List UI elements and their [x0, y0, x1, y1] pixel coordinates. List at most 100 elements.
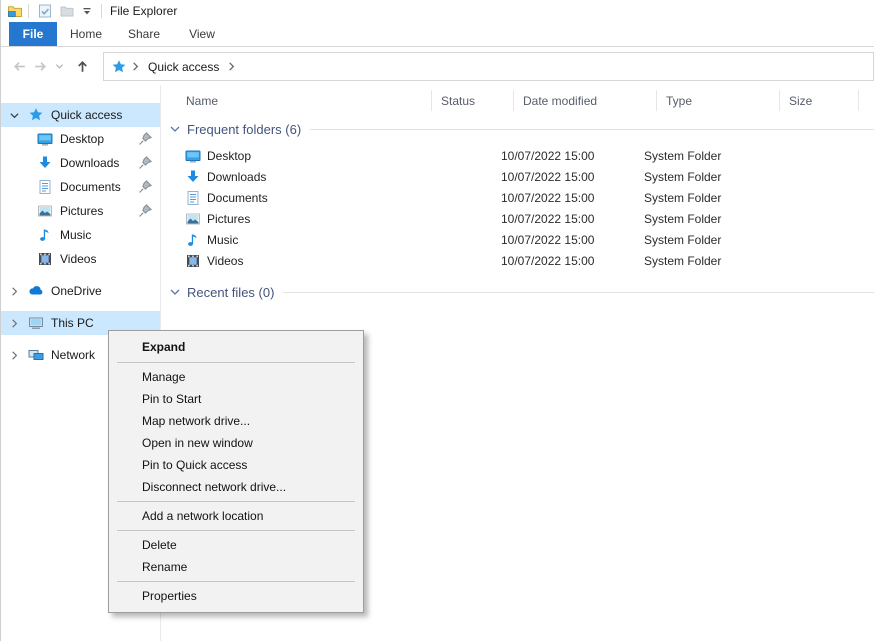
desktop-icon — [185, 148, 201, 164]
chevron-down-icon[interactable] — [9, 109, 23, 121]
sidebar-item-label: Desktop — [60, 132, 104, 146]
breadcrumb-location[interactable]: Quick access — [148, 60, 219, 74]
this-pc-icon — [28, 315, 44, 331]
chevron-right-icon[interactable] — [9, 349, 23, 361]
column-header-type[interactable]: Type — [666, 94, 789, 108]
tab-home[interactable]: Home — [57, 22, 115, 46]
menu-item-manage[interactable]: Manage — [109, 366, 363, 388]
group-header-frequent-folders[interactable]: Frequent folders (6) — [161, 116, 874, 142]
chevron-right-icon[interactable] — [9, 285, 23, 297]
file-date-modified: 10/07/2022 15:00 — [501, 191, 644, 205]
file-date-modified: 10/07/2022 15:00 — [501, 170, 644, 184]
group-header-recent-files[interactable]: Recent files (0) — [161, 279, 874, 305]
documents-icon — [185, 190, 201, 206]
sidebar-item-onedrive[interactable]: OneDrive — [1, 279, 160, 303]
pin-icon — [137, 203, 153, 219]
menu-item-add-a-network-location[interactable]: Add a network location — [109, 505, 363, 527]
forward-button[interactable] — [30, 56, 51, 77]
tab-view[interactable]: View — [173, 22, 231, 46]
column-header-size[interactable]: Size — [789, 94, 849, 108]
menu-item-rename[interactable]: Rename — [109, 556, 363, 578]
file-row-music[interactable]: Music 10/07/2022 15:00 System Folder — [161, 229, 874, 250]
desktop-icon — [37, 131, 53, 147]
column-header-date-modified[interactable]: Date modified — [523, 94, 666, 108]
pin-icon — [137, 131, 153, 147]
menu-item-disconnect-network-drive[interactable]: Disconnect network drive... — [109, 476, 363, 498]
chevron-down-icon[interactable] — [169, 123, 181, 135]
videos-icon — [37, 251, 53, 267]
column-divider[interactable] — [858, 90, 859, 111]
chevron-right-icon[interactable] — [9, 317, 23, 329]
column-header-name[interactable]: Name — [186, 94, 441, 108]
column-divider[interactable] — [779, 90, 780, 111]
file-type: System Folder — [644, 254, 804, 268]
breadcrumb-chevron-icon[interactable] — [130, 61, 141, 72]
file-type: System Folder — [644, 233, 804, 247]
sidebar-item-label: Documents — [60, 180, 121, 194]
file-name: Downloads — [207, 170, 501, 184]
group-rule — [283, 292, 874, 293]
file-row-documents[interactable]: Documents 10/07/2022 15:00 System Folder — [161, 187, 874, 208]
menu-item-properties[interactable]: Properties — [109, 585, 363, 607]
file-name: Documents — [207, 191, 501, 205]
sidebar-item-label: This PC — [51, 316, 94, 330]
sidebar-item-label: Music — [60, 228, 91, 242]
tab-share[interactable]: Share — [115, 22, 173, 46]
column-header-status[interactable]: Status — [441, 94, 523, 108]
file-row-downloads[interactable]: Downloads 10/07/2022 15:00 System Folder — [161, 166, 874, 187]
sidebar-item-documents[interactable]: Documents — [1, 175, 160, 199]
qat-separator — [28, 4, 29, 18]
column-divider[interactable] — [431, 90, 432, 111]
sidebar-item-videos[interactable]: Videos — [1, 247, 160, 271]
recent-locations-button[interactable] — [53, 60, 66, 73]
file-row-desktop[interactable]: Desktop 10/07/2022 15:00 System Folder — [161, 145, 874, 166]
menu-item-open-in-new-window[interactable]: Open in new window — [109, 432, 363, 454]
videos-icon — [185, 253, 201, 269]
back-button[interactable] — [9, 56, 30, 77]
back-arrow-icon — [11, 58, 28, 75]
sidebar-item-label: Videos — [60, 252, 96, 266]
menu-item-pin-to-start[interactable]: Pin to Start — [109, 388, 363, 410]
menu-item-pin-to-quick-access[interactable]: Pin to Quick access — [109, 454, 363, 476]
address-bar[interactable]: Quick access — [103, 52, 874, 81]
tab-file[interactable]: File — [9, 22, 57, 46]
sidebar-item-music[interactable]: Music — [1, 223, 160, 247]
sidebar-item-label: Quick access — [51, 108, 122, 122]
pictures-icon — [37, 203, 53, 219]
sidebar-item-label: Network — [51, 348, 95, 362]
menu-item-expand[interactable]: Expand — [109, 335, 363, 359]
qat-dropdown-icon — [81, 5, 93, 17]
navigation-bar: Quick access — [1, 48, 874, 85]
downloads-icon — [37, 155, 53, 171]
qat-properties-button[interactable] — [34, 2, 56, 20]
sidebar-item-downloads[interactable]: Downloads — [1, 151, 160, 175]
sidebar-item-label: Pictures — [60, 204, 103, 218]
sidebar-item-quick-access[interactable]: Quick access — [1, 103, 160, 127]
quick-access-star-icon — [28, 107, 44, 123]
file-type: System Folder — [644, 149, 804, 163]
sidebar-item-pictures[interactable]: Pictures — [1, 199, 160, 223]
qat-new-folder-button[interactable] — [56, 2, 78, 20]
chevron-down-icon[interactable] — [169, 286, 181, 298]
onedrive-cloud-icon — [28, 283, 44, 299]
file-name: Pictures — [207, 212, 501, 226]
up-button[interactable] — [72, 56, 93, 77]
downloads-icon — [185, 169, 201, 185]
sidebar-item-desktop[interactable]: Desktop — [1, 127, 160, 151]
column-divider[interactable] — [513, 90, 514, 111]
qat-customize-button[interactable] — [78, 4, 96, 18]
file-name: Videos — [207, 254, 501, 268]
breadcrumb-chevron-icon[interactable] — [226, 61, 237, 72]
group-title: Recent files (0) — [187, 285, 274, 300]
column-divider[interactable] — [656, 90, 657, 111]
music-icon — [37, 227, 53, 243]
menu-item-map-network-drive[interactable]: Map network drive... — [109, 410, 363, 432]
file-row-videos[interactable]: Videos 10/07/2022 15:00 System Folder — [161, 250, 874, 271]
up-arrow-icon — [74, 58, 91, 75]
file-type: System Folder — [644, 170, 804, 184]
documents-icon — [37, 179, 53, 195]
column-headers: Name Status Date modified Type Size — [161, 85, 874, 116]
pin-icon — [137, 179, 153, 195]
menu-item-delete[interactable]: Delete — [109, 534, 363, 556]
file-row-pictures[interactable]: Pictures 10/07/2022 15:00 System Folder — [161, 208, 874, 229]
